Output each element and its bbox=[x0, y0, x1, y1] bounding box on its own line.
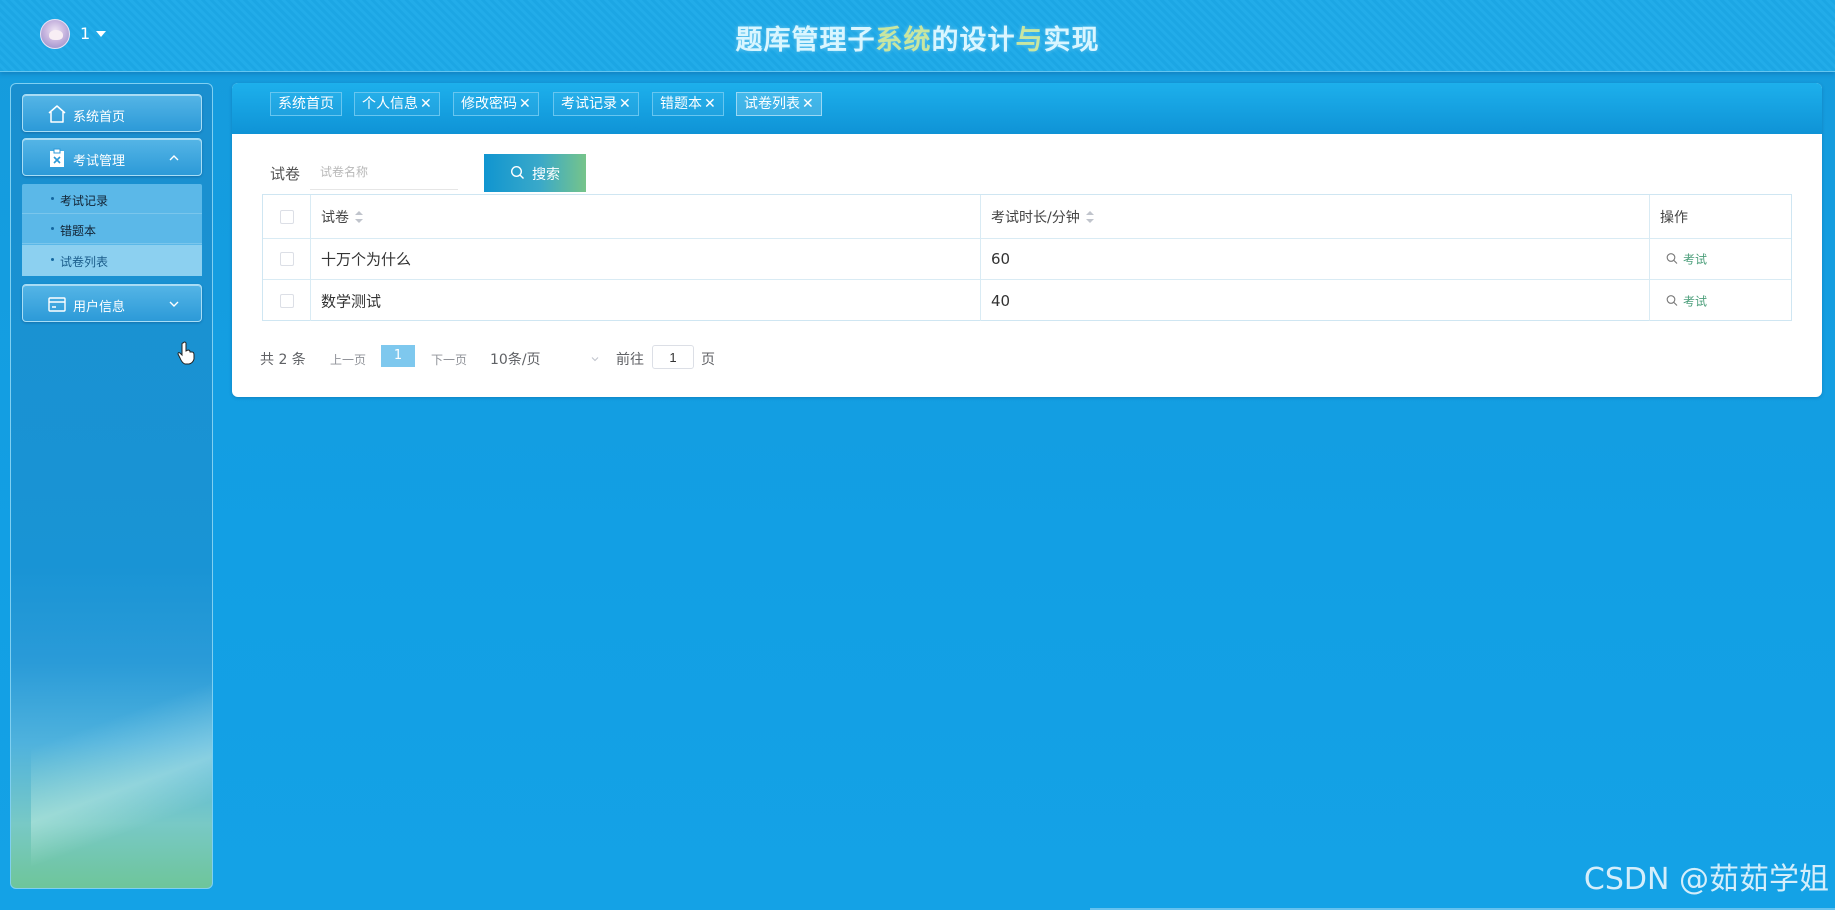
row-checkbox[interactable] bbox=[280, 293, 294, 308]
paper-name-cell: 数学测试 bbox=[311, 280, 981, 321]
search-icon bbox=[510, 165, 524, 179]
clipboard-icon bbox=[50, 148, 64, 167]
bullet-icon bbox=[51, 197, 54, 200]
search-button-label: 搜索 bbox=[532, 166, 560, 182]
sidebar-item-label: 系统首页 bbox=[73, 110, 126, 125]
goto-page-input[interactable] bbox=[652, 345, 694, 369]
column-header-paper[interactable]: 试卷 bbox=[311, 195, 981, 238]
take-exam-label: 考试 bbox=[1683, 252, 1708, 267]
search-icon bbox=[1666, 294, 1678, 306]
tab-label: 试卷列表 bbox=[744, 96, 800, 112]
page-size-select[interactable]: 10条/页 bbox=[490, 349, 541, 369]
tab-label: 个人信息 bbox=[362, 96, 418, 112]
tab-change-password[interactable]: 修改密码 ✕ bbox=[453, 92, 539, 116]
tab-paper-list[interactable]: 试卷列表 ✕ bbox=[736, 92, 822, 116]
tab-label: 修改密码 bbox=[461, 96, 517, 112]
home-icon bbox=[48, 105, 66, 123]
tab-home[interactable]: 系统首页 bbox=[270, 92, 342, 116]
paper-name: 数学测试 bbox=[321, 292, 382, 310]
close-icon[interactable]: ✕ bbox=[519, 96, 531, 112]
main-panel: 系统首页 个人信息✕ 修改密码✕ 考试记录✕ 错题本✕ 试卷列表✕ 试卷 搜索 … bbox=[232, 83, 1822, 397]
sort-icon[interactable] bbox=[355, 210, 363, 223]
action-cell: 考试 bbox=[1650, 280, 1791, 321]
sort-icon[interactable] bbox=[1085, 210, 1094, 223]
duration-value: 40 bbox=[991, 291, 1011, 310]
paper-name-cell: 十万个为什么 bbox=[311, 239, 981, 279]
column-header-label: 试卷 bbox=[321, 209, 349, 226]
sidebar-item-user-info[interactable]: 用户信息 bbox=[22, 284, 202, 322]
submenu-item-label: 错题本 bbox=[60, 224, 97, 238]
app-title: 题库管理子系统的设计与实现 bbox=[0, 18, 1835, 57]
search-button[interactable]: 搜索 bbox=[484, 154, 586, 192]
app-title-part-4: 与 bbox=[1015, 25, 1044, 56]
submenu-item-label: 考试记录 bbox=[60, 194, 109, 208]
paper-table: 试卷 考试时长/分钟 操作 十万个为什么 60 考试 数学测试 40 考试 bbox=[262, 194, 1792, 321]
sidebar-item-home[interactable]: 系统首页 bbox=[22, 94, 202, 132]
bullet-icon bbox=[51, 258, 54, 261]
submenu-item-paper-list[interactable]: 试卷列表 bbox=[22, 245, 202, 276]
tab-exam-records[interactable]: 考试记录 ✕ bbox=[553, 92, 639, 116]
page-number-current[interactable]: 1 bbox=[381, 345, 415, 367]
top-header-bar: 1 题库管理子系统的设计与实现 bbox=[0, 0, 1835, 72]
select-all-checkbox[interactable] bbox=[280, 209, 294, 224]
tab-personal-info[interactable]: 个人信息 ✕ bbox=[354, 92, 440, 116]
duration-cell: 60 bbox=[981, 239, 1650, 279]
duration-cell: 40 bbox=[981, 280, 1650, 321]
sidebar: 系统首页 考试管理 考试记录 错题本 试卷列表 用户信息 bbox=[10, 83, 213, 889]
tab-bar: 系统首页 个人信息 ✕ 修改密码 ✕ 考试记录 ✕ 错题本 ✕ 试卷列表 ✕ bbox=[232, 83, 1822, 134]
tab-label: 系统首页 bbox=[278, 96, 334, 112]
sidebar-item-label: 用户信息 bbox=[73, 300, 126, 315]
take-exam-label: 考试 bbox=[1683, 294, 1708, 308]
tab-wrong-book[interactable]: 错题本 ✕ bbox=[652, 92, 724, 116]
table-header-row: 试卷 考试时长/分钟 操作 bbox=[263, 195, 1791, 239]
take-exam-link[interactable]: 考试 bbox=[1666, 292, 1707, 309]
sidebar-item-label: 考试管理 bbox=[73, 154, 126, 169]
search-label: 试卷 bbox=[270, 165, 301, 183]
tab-label: 错题本 bbox=[660, 96, 702, 112]
chevron-down-icon bbox=[169, 301, 179, 307]
paper-name: 十万个为什么 bbox=[321, 250, 412, 269]
submenu-item-label: 试卷列表 bbox=[60, 255, 109, 269]
goto-unit-label: 页 bbox=[701, 352, 715, 368]
sidebar-item-exam-management[interactable]: 考试管理 bbox=[22, 138, 202, 176]
close-icon[interactable]: ✕ bbox=[619, 96, 631, 112]
hand-cursor-icon bbox=[177, 341, 195, 365]
prev-page-button[interactable]: 上一页 bbox=[330, 351, 366, 368]
exam-management-submenu: 考试记录 错题本 试卷列表 bbox=[22, 184, 202, 276]
watermark: CSDN @茹茹学姐 bbox=[1583, 862, 1829, 897]
column-header-label: 考试时长/分钟 bbox=[991, 209, 1080, 226]
app-title-part-1: 题库管理子 bbox=[735, 25, 876, 56]
select-all-cell bbox=[263, 195, 311, 238]
column-header-duration[interactable]: 考试时长/分钟 bbox=[981, 195, 1650, 238]
take-exam-link[interactable]: 考试 bbox=[1666, 251, 1707, 268]
chevron-up-icon bbox=[169, 155, 179, 161]
row-checkbox[interactable] bbox=[280, 252, 294, 266]
app-title-part-5: 实现 bbox=[1043, 25, 1100, 56]
column-header-label: 操作 bbox=[1660, 209, 1688, 226]
goto-label: 前往 bbox=[616, 352, 644, 368]
pagination-total: 共 2 条 bbox=[260, 352, 306, 368]
next-page-button[interactable]: 下一页 bbox=[431, 351, 467, 368]
tab-label: 考试记录 bbox=[561, 96, 617, 112]
bullet-icon bbox=[51, 227, 54, 230]
submenu-item-exam-records[interactable]: 考试记录 bbox=[22, 184, 202, 214]
card-icon bbox=[48, 297, 66, 312]
app-title-part-3: 的设计 bbox=[931, 25, 1016, 56]
close-icon[interactable]: ✕ bbox=[420, 96, 432, 112]
table-row: 数学测试 40 考试 bbox=[263, 280, 1791, 321]
action-cell: 考试 bbox=[1650, 239, 1791, 279]
submenu-item-wrong-book[interactable]: 错题本 bbox=[22, 214, 202, 244]
paper-name-search-input[interactable] bbox=[310, 154, 458, 190]
search-icon bbox=[1666, 253, 1678, 264]
close-icon[interactable]: ✕ bbox=[704, 96, 716, 112]
table-row: 十万个为什么 60 考试 bbox=[263, 239, 1791, 280]
column-header-actions: 操作 bbox=[1650, 195, 1791, 238]
app-title-part-2: 系统 bbox=[875, 25, 932, 56]
row-select-cell bbox=[263, 280, 311, 321]
chevron-down-icon[interactable] bbox=[590, 354, 600, 364]
close-icon[interactable]: ✕ bbox=[802, 96, 814, 112]
row-select-cell bbox=[263, 239, 311, 279]
duration-value: 60 bbox=[991, 250, 1011, 268]
